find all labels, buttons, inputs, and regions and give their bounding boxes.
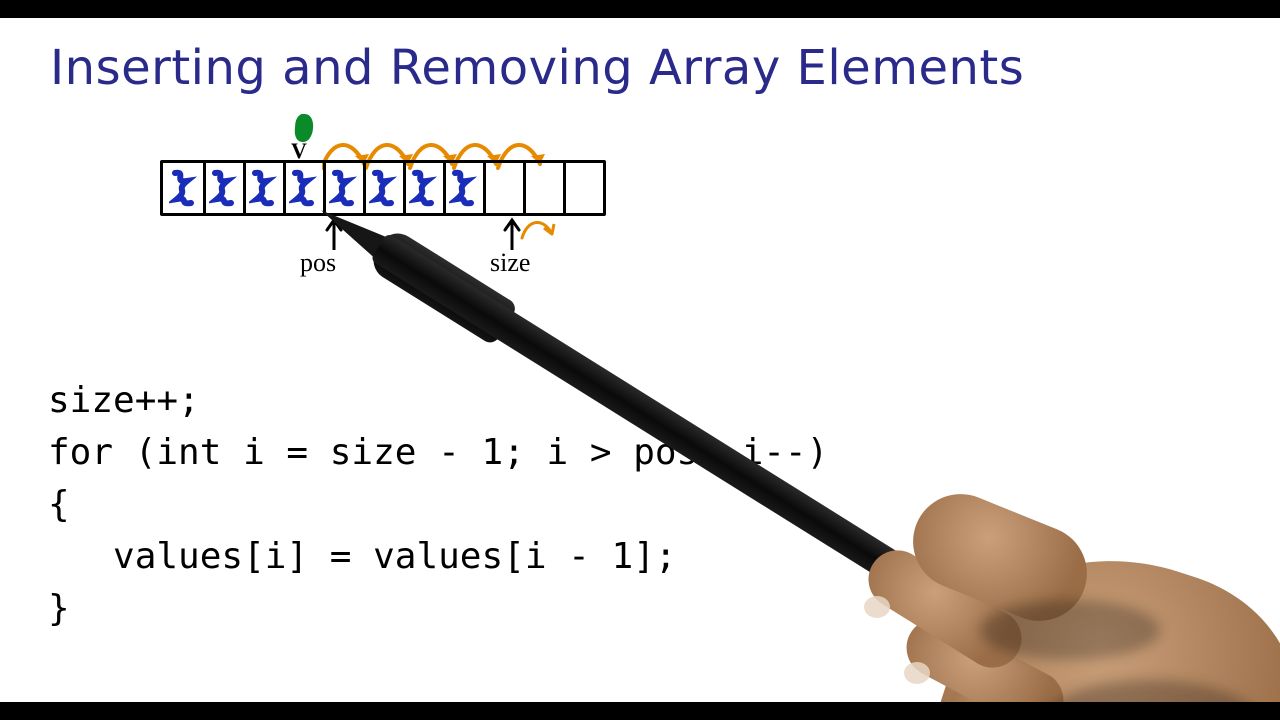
code-line: size++; xyxy=(48,380,200,421)
filled-cell-icon xyxy=(329,169,357,207)
size-shift-arc-icon xyxy=(520,216,556,246)
pos-label: pos xyxy=(300,248,336,278)
code-line: } xyxy=(48,588,70,629)
code-line: for (int i = size - 1; i > pos; i--) xyxy=(48,432,828,473)
size-label: size xyxy=(490,248,530,278)
letterbox-top xyxy=(0,0,1280,18)
filled-cell-icon xyxy=(369,169,397,207)
filled-cell-icon xyxy=(169,169,197,207)
filled-cell-icon xyxy=(449,169,477,207)
code-line: values[i] = values[i - 1]; xyxy=(48,536,677,577)
array-box xyxy=(160,160,606,216)
code-line: { xyxy=(48,484,70,525)
letterbox-bottom xyxy=(0,702,1280,720)
insert-marker-icon: V xyxy=(292,114,316,158)
array-diagram: V xyxy=(150,120,670,300)
filled-cell-icon xyxy=(409,169,437,207)
code-block: size++; for (int i = size - 1; i > pos; … xyxy=(48,375,828,635)
filled-cell-icon xyxy=(209,169,237,207)
filled-cell-icon xyxy=(289,169,317,207)
page-title: Inserting and Removing Array Elements xyxy=(50,40,1024,96)
filled-cell-icon xyxy=(249,169,277,207)
